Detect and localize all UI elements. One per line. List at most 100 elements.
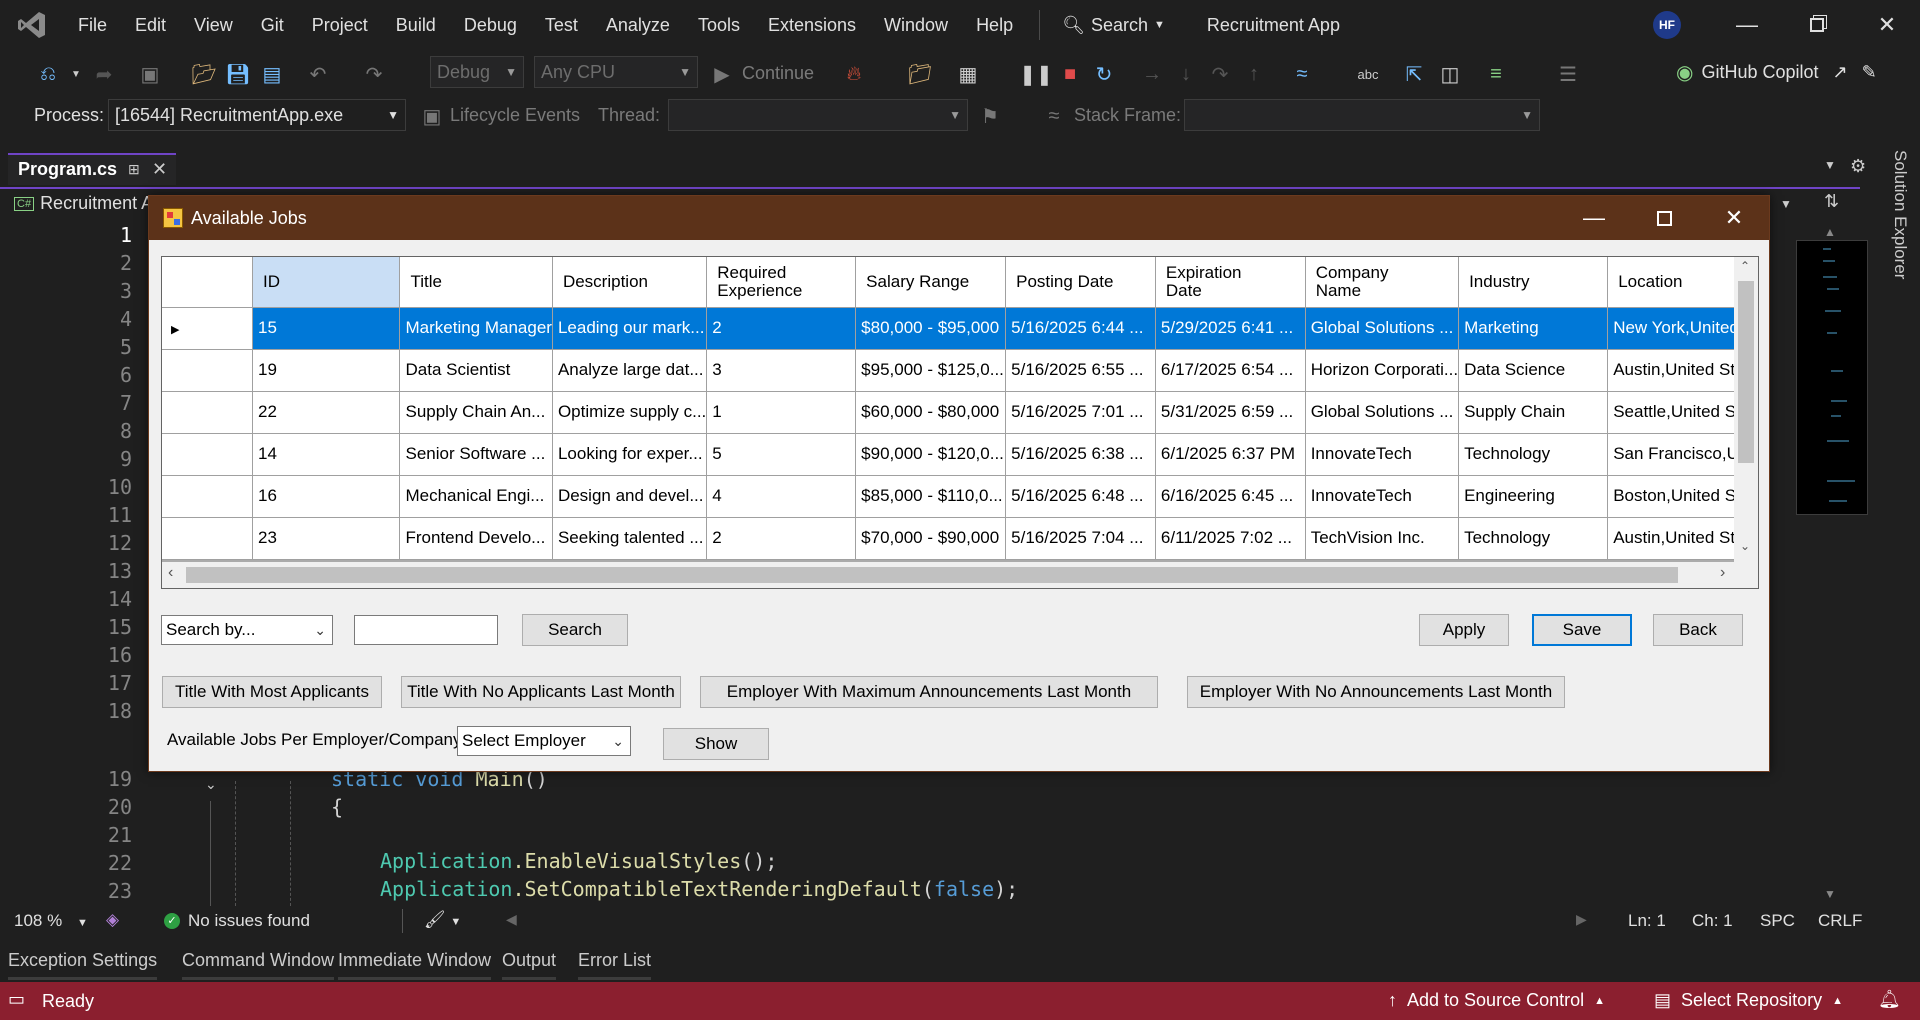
table-cell[interactable]: Global Solutions ... xyxy=(1305,307,1460,350)
table-cell[interactable]: $70,000 - $90,000 xyxy=(855,517,1007,560)
table-row[interactable]: 16 Mechanical Engi... Design and devel... 4… xyxy=(162,475,1758,518)
flag-icon[interactable]: ⚑ xyxy=(978,104,1002,128)
outline-icon[interactable]: ≡ xyxy=(1484,62,1508,86)
table-cell[interactable]: 1 xyxy=(706,391,857,434)
table-cell[interactable]: $95,000 - $125,0... xyxy=(855,349,1007,392)
table-cell[interactable]: 5/16/2025 7:01 ... xyxy=(1005,391,1156,434)
table-row[interactable]: 14 Senior Software ... Looking for exper..… xyxy=(162,433,1758,476)
window-title-bar[interactable]: Available Jobs — ✕ xyxy=(149,196,1769,240)
zoom-dropdown[interactable]: 108 % ▼ xyxy=(14,911,88,931)
scroll-left-icon[interactable]: ◀ xyxy=(506,911,517,928)
code-minimap[interactable] xyxy=(1796,240,1868,515)
table-cell[interactable]: Analyze large dat... xyxy=(552,349,708,392)
table-cell[interactable]: $90,000 - $120,0... xyxy=(855,433,1007,476)
show-button[interactable]: Show xyxy=(663,728,769,760)
table-cell[interactable]: Data Scientist xyxy=(399,349,553,392)
table-cell[interactable]: 5/16/2025 6:55 ... xyxy=(1005,349,1156,392)
gear-icon[interactable]: ⚙ xyxy=(1850,156,1866,177)
table-cell[interactable]: 2 xyxy=(706,517,857,560)
collapse-chevron-icon[interactable]: ⌄ xyxy=(205,776,217,793)
table-cell[interactable]: 5 xyxy=(706,433,857,476)
spacing-indicator[interactable]: SPC xyxy=(1760,911,1795,931)
issues-indicator[interactable]: ✓ No issues found xyxy=(164,911,310,931)
menu-git[interactable]: Git xyxy=(247,0,298,50)
navigate-forward-icon[interactable]: ➦ xyxy=(92,62,116,86)
table-cell[interactable]: Technology xyxy=(1458,517,1609,560)
pin-icon[interactable]: ⊞ xyxy=(128,155,140,183)
select-employer-dropdown[interactable]: Select Employer ⌄ xyxy=(457,726,631,756)
table-cell[interactable]: Marketing xyxy=(1458,307,1609,350)
save-button[interactable]: Save xyxy=(1532,614,1632,646)
line-ending-indicator[interactable]: CRLF xyxy=(1818,911,1862,931)
copilot-status-icon[interactable]: ◈ xyxy=(106,910,119,930)
chevron-down-icon[interactable]: ▼ xyxy=(1824,158,1836,172)
column-header[interactable]: Industry xyxy=(1458,257,1609,308)
step-into-icon[interactable]: ↓ xyxy=(1174,62,1198,86)
hot-reload-icon[interactable]: 🔥︎ xyxy=(842,62,866,86)
avatar[interactable]: HF xyxy=(1653,11,1681,39)
spell-check-icon[interactable]: abc xyxy=(1356,62,1380,86)
diagnostic-tools-icon[interactable]: ▦ xyxy=(956,62,980,86)
row-header[interactable] xyxy=(162,433,253,476)
table-cell[interactable]: Senior Software ... xyxy=(399,433,553,476)
table-cell[interactable]: 5/16/2025 6:44 ... xyxy=(1005,307,1156,350)
restore-button[interactable] xyxy=(1782,0,1852,50)
code-cleanup-icon[interactable]: 🖌︎ ▼ xyxy=(424,910,461,930)
search-button[interactable]: Search xyxy=(522,614,628,646)
column-header[interactable]: Description xyxy=(552,257,708,308)
restart-icon[interactable]: ↻ xyxy=(1092,62,1116,86)
comment-icon[interactable]: ☰ xyxy=(1556,62,1580,86)
search-menu[interactable]: 🔍︎ Search ▼ xyxy=(1052,15,1175,36)
table-cell[interactable]: Looking for exper... xyxy=(552,433,708,476)
table-cell[interactable]: 19 xyxy=(252,349,401,392)
table-cell[interactable]: Design and devel... xyxy=(552,475,708,518)
table-cell[interactable]: Technology xyxy=(1458,433,1609,476)
table-cell[interactable]: 5/16/2025 6:48 ... xyxy=(1005,475,1156,518)
column-header[interactable]: Company Name xyxy=(1305,257,1460,308)
column-header[interactable]: Required Experience xyxy=(706,257,857,308)
table-cell[interactable]: Seeking talented ... xyxy=(552,517,708,560)
column-header[interactable]: Salary Range xyxy=(855,257,1007,308)
close-icon[interactable]: ✕ xyxy=(152,155,167,183)
table-cell[interactable]: 6/17/2025 6:54 ... xyxy=(1155,349,1306,392)
table-cell[interactable]: $85,000 - $110,0... xyxy=(855,475,1007,518)
column-header[interactable]: Title xyxy=(399,257,553,308)
column-header[interactable]: ID xyxy=(252,257,401,308)
scroll-right-icon[interactable]: ▶ xyxy=(1576,911,1587,928)
save-icon[interactable]: 💾︎ xyxy=(225,62,250,86)
tool-tab[interactable]: Immediate Window xyxy=(338,950,492,980)
chevron-down-icon[interactable]: ▼ xyxy=(1780,197,1792,211)
tool-tab[interactable]: Command Window xyxy=(182,950,335,980)
step-out-icon[interactable]: ↑ xyxy=(1242,62,1266,86)
table-cell[interactable]: Mechanical Engi... xyxy=(399,475,553,518)
title-most-applicants-button[interactable]: Title With Most Applicants xyxy=(162,676,382,708)
redo-icon[interactable]: ↷ xyxy=(362,62,386,86)
table-cell[interactable]: Horizon Corporati... xyxy=(1305,349,1460,392)
search-input[interactable] xyxy=(354,615,498,645)
table-cell[interactable]: 15 xyxy=(252,307,401,350)
browse-folder-icon[interactable]: 📁︎ xyxy=(907,62,932,86)
table-cell[interactable]: 5/16/2025 6:38 ... xyxy=(1005,433,1156,476)
table-cell[interactable]: TechVision Inc. xyxy=(1305,517,1460,560)
scroll-right-icon[interactable]: › xyxy=(1720,564,1725,582)
platform-dropdown[interactable]: Any CPU ▼ xyxy=(534,56,698,88)
menu-file[interactable]: File xyxy=(64,0,121,50)
scroll-down-icon[interactable]: ▼ xyxy=(1824,887,1836,901)
row-header[interactable] xyxy=(162,349,253,392)
menu-edit[interactable]: Edit xyxy=(121,0,180,50)
save-all-icon[interactable]: ▤ xyxy=(260,62,284,86)
show-next-statement-icon[interactable]: → xyxy=(1140,62,1164,86)
scroll-down-icon[interactable]: ⌄ xyxy=(1740,539,1750,553)
line-indicator[interactable]: Ln: 1 xyxy=(1628,911,1666,931)
menu-test[interactable]: Test xyxy=(531,0,592,50)
tab-program-cs[interactable]: Program.cs ⊞ ✕ xyxy=(8,153,176,185)
minimize-button[interactable]: — xyxy=(1712,0,1782,50)
pause-icon[interactable]: ❚❚ xyxy=(1019,62,1053,86)
stop-icon[interactable]: ■ xyxy=(1058,62,1082,86)
vertical-scroll-thumb[interactable] xyxy=(1738,281,1754,463)
scroll-up-icon[interactable]: ▲ xyxy=(1824,225,1836,239)
bell-icon[interactable]: 🔔︎ xyxy=(1878,989,1901,1010)
table-cell[interactable]: 5/29/2025 6:41 ... xyxy=(1155,307,1306,350)
tool-tab[interactable]: Exception Settings xyxy=(8,950,158,980)
employer-max-announcements-button[interactable]: Employer With Maximum Announcements Last… xyxy=(700,676,1158,708)
